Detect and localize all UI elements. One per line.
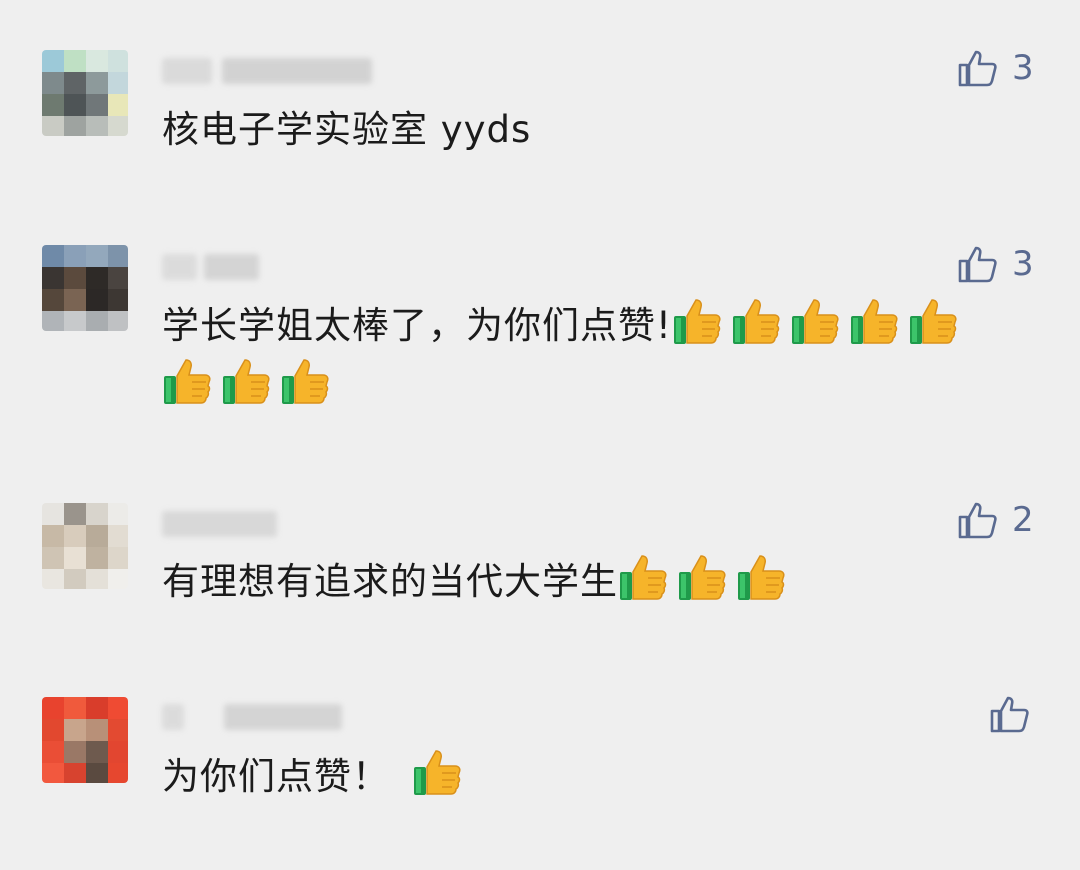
avatar-pixel <box>64 719 86 741</box>
avatar-pixel <box>108 94 128 116</box>
avatar-pixel <box>86 719 108 741</box>
avatar-pixel <box>86 267 108 289</box>
avatar-pixel <box>86 741 108 763</box>
username-blurred[interactable] <box>162 698 342 730</box>
avatar-pixel <box>42 697 64 719</box>
like-button[interactable]: 3 <box>956 242 1034 286</box>
avatar-pixel <box>108 697 128 719</box>
avatar-pixel <box>64 569 86 589</box>
avatar-pixel <box>108 50 128 72</box>
avatar-pixel <box>64 525 86 547</box>
thumbs-up-emoji-icon <box>849 296 901 346</box>
avatar-pixel <box>42 245 64 267</box>
comment-text: 学长学姐太棒了，为你们点赞! <box>162 296 1022 416</box>
avatar-pixel <box>108 245 128 267</box>
like-count: 3 <box>1012 244 1034 284</box>
thumbs-up-outline-icon <box>990 696 1029 733</box>
avatar-pixel <box>42 547 64 569</box>
avatar-pixel <box>42 116 64 136</box>
avatar-pixel <box>86 569 108 589</box>
avatar-pixel <box>86 116 108 136</box>
thumbs-up-emoji-icon <box>162 356 214 406</box>
avatar-pixel <box>86 94 108 116</box>
avatar-pixel <box>86 289 108 311</box>
like-button[interactable]: 2 <box>956 498 1034 542</box>
thumbs-up-outline-icon <box>958 50 997 87</box>
avatar-pixel <box>64 547 86 569</box>
avatar-pixel <box>86 763 108 783</box>
avatar-pixel <box>108 289 128 311</box>
like-count: 3 <box>1012 48 1034 88</box>
avatar-pixel <box>108 267 128 289</box>
thumbs-up-emoji-icon <box>731 296 783 346</box>
avatar-pixel <box>108 525 128 547</box>
avatar-pixel <box>42 50 64 72</box>
username-blurred[interactable] <box>162 248 262 280</box>
avatar-pixel <box>42 525 64 547</box>
avatar-pixel <box>64 267 86 289</box>
avatar-pixel <box>64 94 86 116</box>
avatar-pixel <box>64 289 86 311</box>
avatar-pixel <box>108 719 128 741</box>
avatar-pixel <box>64 72 86 94</box>
thumbs-up-outline-icon <box>958 246 997 283</box>
thumbs-up-emoji-icon <box>412 747 464 797</box>
avatar-pixel <box>86 525 108 547</box>
thumbs-up-emoji-icon <box>736 552 788 602</box>
like-button[interactable] <box>988 692 1044 736</box>
avatar-pixel <box>42 719 64 741</box>
avatar-pixel <box>86 311 108 331</box>
avatar-pixel <box>64 311 86 331</box>
thumbs-up-emoji-icon <box>618 552 670 602</box>
username-blurred[interactable] <box>162 505 277 537</box>
like-button[interactable]: 3 <box>956 46 1034 90</box>
avatar-pixel <box>108 569 128 589</box>
avatar-pixel <box>108 741 128 763</box>
avatar-pixel <box>64 50 86 72</box>
avatar-pixel <box>108 503 128 525</box>
avatar-pixel <box>64 245 86 267</box>
avatar-pixel <box>64 503 86 525</box>
avatar-pixel <box>64 116 86 136</box>
avatar-pixel <box>86 503 108 525</box>
avatar[interactable] <box>42 697 128 783</box>
thumbs-up-emoji-icon <box>280 356 332 406</box>
avatar-pixel <box>64 697 86 719</box>
avatar-pixel <box>42 741 64 763</box>
avatar[interactable] <box>42 245 128 331</box>
avatar-pixel <box>42 763 64 783</box>
avatar-pixel <box>42 94 64 116</box>
thumbs-up-emoji-icon <box>672 296 724 346</box>
thumbs-up-emoji-icon <box>790 296 842 346</box>
avatar-pixel <box>108 116 128 136</box>
comment-text: 为你们点赞！ <box>162 747 1022 807</box>
username-blurred[interactable] <box>162 52 372 84</box>
avatar-pixel <box>86 697 108 719</box>
avatar-pixel <box>42 569 64 589</box>
avatar-pixel <box>108 763 128 783</box>
avatar[interactable] <box>42 50 128 136</box>
avatar-pixel <box>42 311 64 331</box>
like-count: 2 <box>1012 500 1034 540</box>
avatar-pixel <box>42 267 64 289</box>
avatar-pixel <box>108 311 128 331</box>
avatar-pixel <box>108 72 128 94</box>
avatar-pixel <box>42 503 64 525</box>
thumbs-up-emoji-icon <box>677 552 729 602</box>
avatar-pixel <box>86 72 108 94</box>
avatar-pixel <box>64 763 86 783</box>
avatar-pixel <box>64 741 86 763</box>
avatar-pixel <box>42 289 64 311</box>
avatar[interactable] <box>42 503 128 589</box>
comment-text: 有理想有追求的当代大学生 <box>162 552 1022 612</box>
thumbs-up-outline-icon <box>958 502 997 539</box>
avatar-pixel <box>86 245 108 267</box>
avatar-pixel <box>86 547 108 569</box>
thumbs-up-emoji-icon <box>908 296 960 346</box>
avatar-pixel <box>42 72 64 94</box>
thumbs-up-emoji-icon <box>221 356 273 406</box>
comment-text: 核电子学实验室 yyds <box>162 108 532 151</box>
avatar-pixel <box>86 50 108 72</box>
avatar-pixel <box>108 547 128 569</box>
